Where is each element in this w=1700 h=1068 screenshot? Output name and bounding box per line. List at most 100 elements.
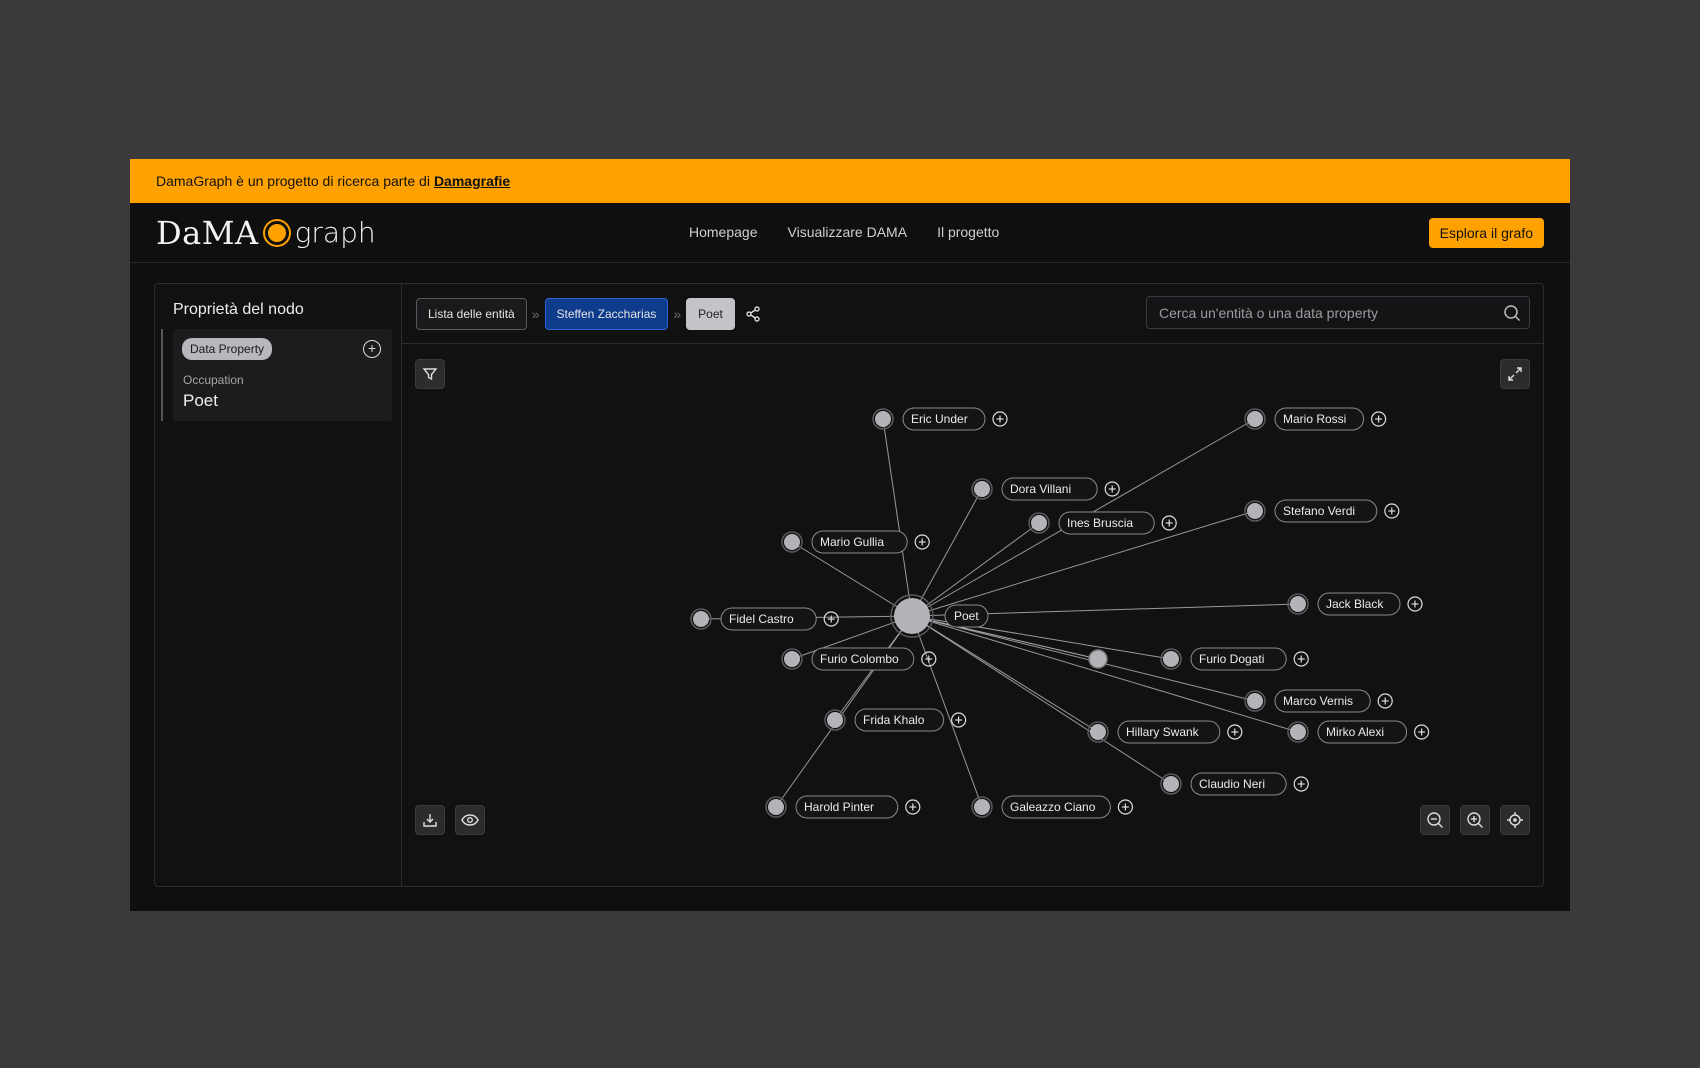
- property-key: Occupation: [183, 373, 244, 387]
- plus-circle-icon[interactable]: [1227, 724, 1243, 740]
- plus-circle-icon[interactable]: [823, 611, 839, 627]
- nav-visualizzare-dama[interactable]: Visualizzare DAMA: [788, 224, 908, 240]
- graph-entity-node[interactable]: Galeazzo Ciano: [971, 795, 1134, 819]
- recenter-button[interactable]: [1500, 805, 1530, 835]
- top-navbar: DaMA graph Homepage Visualizzare DAMA Il…: [130, 203, 1570, 263]
- graph-entity-node[interactable]: Furio Dogati: [1160, 647, 1309, 671]
- search-box: [1146, 296, 1530, 329]
- plus-circle-icon[interactable]: [1377, 693, 1393, 709]
- plus-circle-icon[interactable]: [1161, 515, 1177, 531]
- breadcrumb-entity-list[interactable]: Lista delle entità: [416, 297, 527, 330]
- graph-node-label: Marco Vernis: [1283, 694, 1353, 708]
- node-properties-sidebar: Proprietà del nodo Data Property + Occup…: [155, 284, 402, 886]
- graph-node[interactable]: [974, 481, 990, 497]
- plus-circle-icon[interactable]: [905, 799, 921, 815]
- graph-node[interactable]: [1163, 776, 1179, 792]
- graph-node[interactable]: [1247, 411, 1263, 427]
- graph-node[interactable]: [1031, 515, 1047, 531]
- zoom-out-icon: [1427, 812, 1443, 828]
- network-graph[interactable]: Eric Under Mario Rossi Dora Villani Ines Br…: [402, 345, 1544, 887]
- graph-node[interactable]: [1090, 724, 1106, 740]
- plus-circle-icon[interactable]: [1407, 596, 1423, 612]
- graph-entity-node[interactable]: Furio Colombo: [781, 647, 937, 671]
- plus-circle-icon[interactable]: [1104, 481, 1120, 497]
- graph-node[interactable]: [1088, 649, 1108, 669]
- graph-edge: [911, 615, 1172, 785]
- plus-circle-icon[interactable]: [1293, 776, 1309, 792]
- chevron-right-icon: »: [531, 305, 540, 322]
- share-icon[interactable]: [745, 305, 761, 322]
- logo-dot-icon: [264, 220, 289, 245]
- graph-node[interactable]: [784, 534, 800, 550]
- visibility-button[interactable]: [455, 805, 485, 835]
- property-value: Poet: [183, 391, 218, 410]
- graph-node[interactable]: [1290, 596, 1306, 612]
- graph-node[interactable]: [827, 712, 843, 728]
- sidebar-title: Proprietà del nodo: [173, 301, 304, 318]
- search-icon[interactable]: [1503, 304, 1521, 322]
- plus-circle-icon[interactable]: [1370, 411, 1387, 427]
- graph-edge: [911, 522, 1040, 617]
- graph-node[interactable]: [1163, 651, 1179, 667]
- download-button[interactable]: [415, 805, 445, 835]
- graph-node[interactable]: [1247, 503, 1263, 519]
- graph-node-label: Hillary Swank: [1126, 725, 1200, 739]
- zoom-out-button[interactable]: [1420, 805, 1450, 835]
- graph-node-label: Galeazzo Ciano: [1010, 800, 1096, 814]
- graph-entity-node[interactable]: Frida Khalo: [824, 708, 967, 732]
- search-input[interactable]: [1147, 297, 1529, 328]
- graph-entity-node[interactable]: Dora Villani: [971, 477, 1120, 501]
- filter-button[interactable]: [415, 359, 445, 389]
- logo-dama-text: DaMA: [156, 213, 259, 252]
- graph-node[interactable]: [693, 611, 709, 627]
- graph-node-label: Jack Black: [1326, 597, 1384, 611]
- plus-circle-icon[interactable]: [1117, 799, 1134, 815]
- project-banner: DamaGraph è un progetto di ricerca parte…: [130, 159, 1570, 203]
- graph-node-label: Furio Dogati: [1199, 652, 1264, 666]
- plus-circle-icon[interactable]: [1384, 503, 1400, 519]
- graph-entity-node[interactable]: Harold Pinter: [765, 795, 921, 819]
- explore-graph-button[interactable]: Esplora il grafo: [1428, 218, 1544, 248]
- graph-edge: [911, 615, 1299, 733]
- graph-area: Lista delle entità » Steffen Zaccharias …: [402, 284, 1543, 886]
- nav-homepage[interactable]: Homepage: [689, 224, 758, 240]
- download-icon: [423, 814, 437, 827]
- plus-circle-icon[interactable]: [1293, 651, 1309, 667]
- graph-entity-node[interactable]: Claudio Neri: [1160, 772, 1309, 796]
- plus-circle-icon[interactable]: [914, 534, 930, 550]
- graph-node[interactable]: [784, 651, 800, 667]
- graph-entity-node[interactable]: Marco Vernis: [1244, 689, 1393, 713]
- nav-il-progetto[interactable]: Il progetto: [937, 224, 999, 240]
- breadcrumb-entity[interactable]: Steffen Zaccharias: [544, 297, 669, 330]
- graph-entity-node[interactable]: Hillary Swank: [1087, 720, 1243, 744]
- graph-entity-node[interactable]: Eric Under: [872, 407, 1008, 431]
- graph-entity-node[interactable]: Ines Bruscia: [1028, 511, 1177, 535]
- plus-circle-icon[interactable]: [992, 411, 1008, 427]
- banner-text: DamaGraph è un progetto di ricerca parte…: [156, 173, 430, 189]
- fullscreen-button[interactable]: [1500, 359, 1530, 389]
- zoom-in-button[interactable]: [1460, 805, 1490, 835]
- expand-icon: [1508, 367, 1522, 381]
- damagrafie-link[interactable]: Damagrafie: [434, 173, 510, 189]
- graph-node[interactable]: [1290, 724, 1306, 740]
- graph-entity-node[interactable]: Stefano Verdi: [1244, 499, 1400, 523]
- plus-circle-icon[interactable]: [921, 651, 937, 667]
- graph-center-circle[interactable]: [894, 598, 930, 634]
- graph-entity-node[interactable]: Jack Black: [1287, 592, 1423, 616]
- add-property-icon[interactable]: +: [363, 340, 381, 358]
- property-card: Data Property + Occupation Poet: [161, 329, 392, 421]
- graph-edge: [911, 615, 1099, 660]
- graph-node-label: Claudio Neri: [1199, 777, 1265, 791]
- graph-node-label: Ines Bruscia: [1067, 516, 1133, 530]
- graph-entity-node[interactable]: Mario Rossi: [1244, 407, 1387, 431]
- graph-node[interactable]: [875, 411, 891, 427]
- plus-circle-icon[interactable]: [1413, 724, 1430, 740]
- zoom-in-icon: [1467, 812, 1483, 828]
- graph-entity-node[interactable]: Mirko Alexi: [1287, 720, 1430, 744]
- graph-node[interactable]: [1247, 693, 1263, 709]
- breadcrumb-current[interactable]: Poet: [686, 297, 735, 330]
- plus-circle-icon[interactable]: [950, 712, 967, 728]
- logo[interactable]: DaMA graph: [156, 214, 376, 252]
- graph-node[interactable]: [974, 799, 990, 815]
- graph-node[interactable]: [768, 799, 784, 815]
